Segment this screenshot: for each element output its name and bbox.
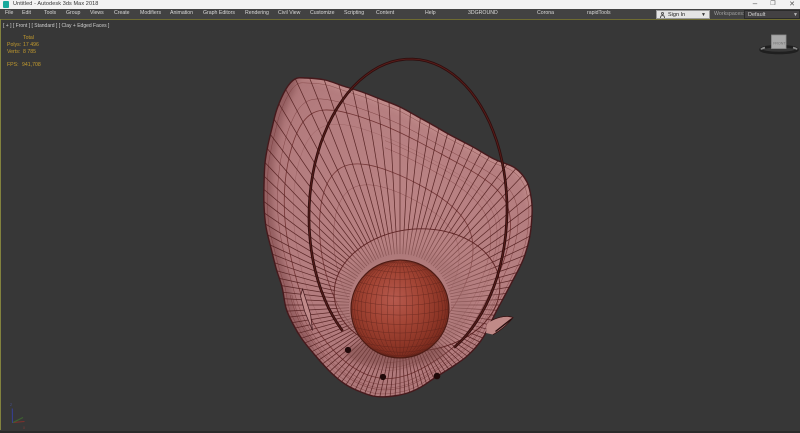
svg-text:FRONT: FRONT (773, 42, 786, 46)
svg-text:z: z (10, 402, 12, 407)
svg-text:x: x (23, 425, 26, 430)
